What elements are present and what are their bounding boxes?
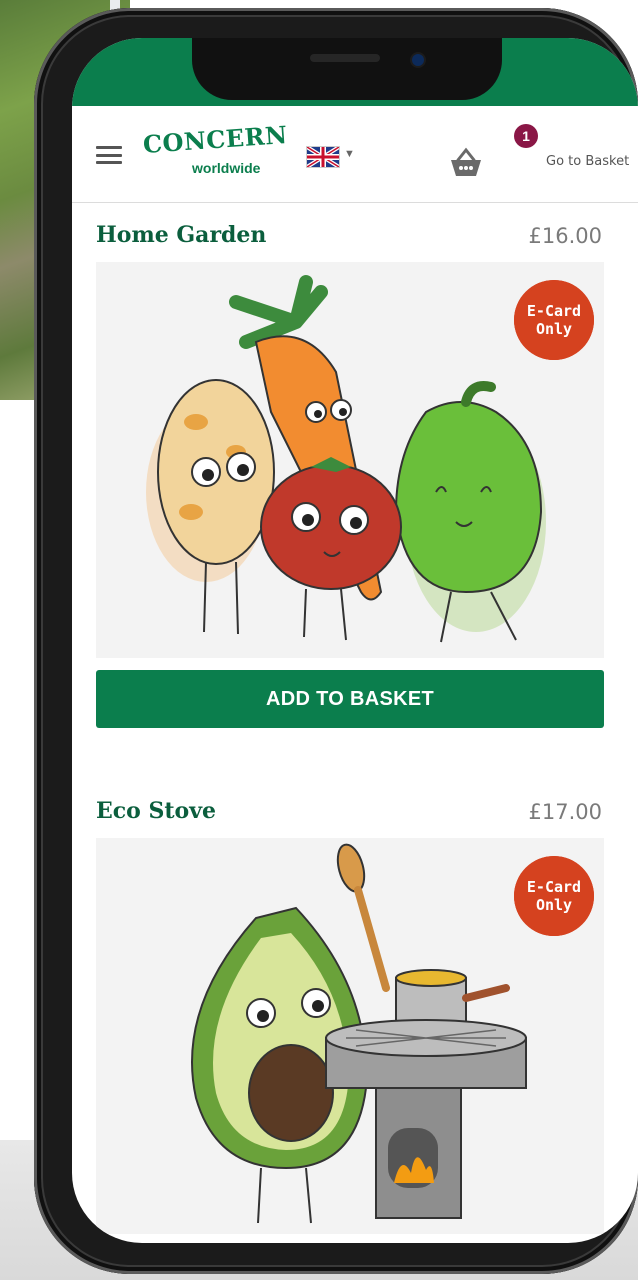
product-price: £16.00 xyxy=(528,224,602,248)
phone-notch xyxy=(192,38,502,100)
product-card: Eco Stove £17.00 E-Card Only xyxy=(96,798,604,1243)
basket-count-badge: 1 xyxy=(514,124,538,148)
logo-sub-text: worldwide xyxy=(192,160,261,176)
product-card: Home Garden £16.00 E-Card Only ADD TO BA… xyxy=(96,222,604,732)
hamburger-menu-icon[interactable] xyxy=(96,146,122,164)
uk-flag-icon[interactable] xyxy=(306,146,340,168)
ecard-badge-line2: Only xyxy=(535,320,573,338)
basket-icon[interactable] xyxy=(444,140,488,184)
ecard-badge-line1: E-Card xyxy=(526,302,582,320)
ecard-badge-line2: Only xyxy=(535,896,573,914)
site-header: CONCERN worldwide ▼ 1 Go to Basket xyxy=(72,106,638,203)
go-to-basket-link[interactable]: Go to Basket xyxy=(546,154,629,169)
add-to-basket-button[interactable]: ADD TO BASKET xyxy=(96,670,604,728)
camera-icon xyxy=(412,54,424,66)
ecard-only-badge: E-Card Only xyxy=(514,280,594,360)
logo-brand-text: CONCERN xyxy=(141,119,289,159)
ecard-badge-line1: E-Card xyxy=(526,878,582,896)
product-image[interactable]: E-Card Only xyxy=(96,838,604,1234)
phone-screen: CONCERN worldwide ▼ 1 Go to Basket Home … xyxy=(72,38,638,1243)
product-title[interactable]: Eco Stove xyxy=(96,798,216,824)
product-title[interactable]: Home Garden xyxy=(96,222,266,248)
concern-logo[interactable]: CONCERN worldwide xyxy=(142,120,294,184)
language-dropdown-caret-icon[interactable]: ▼ xyxy=(344,148,355,160)
speaker-grille xyxy=(310,54,380,62)
phone-frame: CONCERN worldwide ▼ 1 Go to Basket Home … xyxy=(34,8,638,1274)
ecard-only-badge: E-Card Only xyxy=(514,856,594,936)
product-image[interactable]: E-Card Only xyxy=(96,262,604,658)
product-price: £17.00 xyxy=(528,800,602,824)
